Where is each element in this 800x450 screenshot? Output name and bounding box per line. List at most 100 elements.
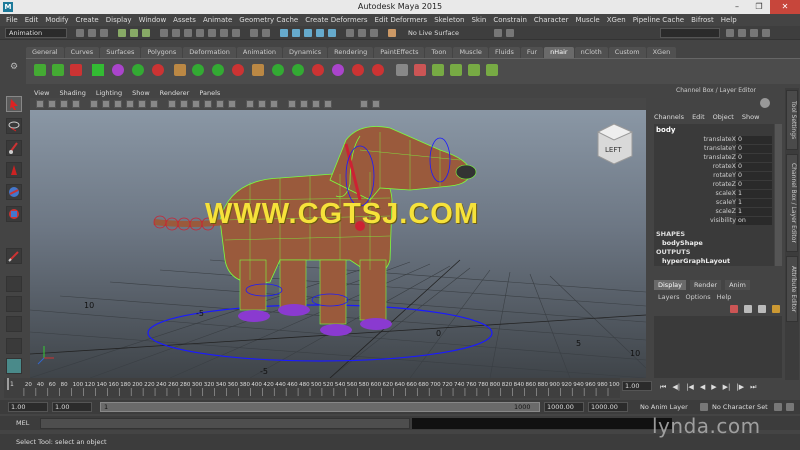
menu-edit-deformers[interactable]: Edit Deformers (375, 16, 428, 24)
viewport-menu-renderer[interactable]: Renderer (160, 89, 190, 97)
attr-rotate-z[interactable]: rotateZ 0 (660, 181, 774, 190)
set-rest-icon[interactable] (232, 64, 244, 76)
rest-pose-icon[interactable] (312, 64, 324, 76)
shelf-tab-toon[interactable]: Toon (425, 47, 453, 58)
snap-view-plane-icon[interactable] (316, 29, 324, 37)
append-cache-icon[interactable] (432, 64, 444, 76)
shelf-tab-animation[interactable]: Animation (236, 47, 283, 58)
scale-tool-icon[interactable] (6, 206, 22, 222)
hair-curve-icon[interactable] (34, 64, 46, 76)
menu-skeleton[interactable]: Skeleton (434, 16, 464, 24)
lock-selection-icon[interactable] (250, 29, 258, 37)
edit-menu[interactable]: Edit (692, 113, 705, 121)
xray-joints-icon[interactable] (258, 100, 266, 108)
character-set-icon[interactable] (700, 403, 708, 411)
play-backwards-icon[interactable]: ◀ (700, 383, 705, 391)
highlight-selection-icon[interactable] (262, 29, 270, 37)
camera-attributes-icon[interactable] (48, 100, 56, 108)
quick-search-field[interactable] (660, 28, 720, 38)
shelf-tab-custom[interactable]: Custom (608, 47, 646, 58)
depth-of-field-icon[interactable] (324, 100, 332, 108)
menu-character[interactable]: Character (534, 16, 569, 24)
start-curve-icon[interactable] (132, 64, 144, 76)
menu-xgen[interactable]: XGen (607, 16, 626, 24)
select-camera-icon[interactable] (36, 100, 44, 108)
select-deformations-icon[interactable] (208, 29, 216, 37)
shelf-tab-curves[interactable]: Curves (64, 47, 100, 58)
playback-end-field[interactable]: 1000.00 (544, 402, 584, 412)
menu-assets[interactable]: Assets (173, 16, 196, 24)
shape-node-name[interactable]: bodyShape (662, 239, 703, 247)
go-to-start-icon[interactable]: ⏮ (660, 383, 666, 392)
tool-settings-toggle-icon[interactable] (750, 29, 758, 37)
open-scene-icon[interactable] (88, 29, 96, 37)
attr-scale-z[interactable]: scaleZ 1 (660, 208, 774, 217)
auto-key-icon[interactable] (774, 403, 782, 411)
shelf-tab-dynamics[interactable]: Dynamics (283, 47, 328, 58)
perspective-viewport[interactable]: 10 -5 0 5 -5 10 LEFT (30, 110, 646, 378)
select-dynamics-icon[interactable] (220, 29, 228, 37)
use-all-lights-icon[interactable] (216, 100, 224, 108)
attr-translate-y[interactable]: translateY 0 (660, 145, 774, 154)
truncate-cache-icon[interactable] (486, 64, 498, 76)
attr-rotate-x[interactable]: rotateX 0 (660, 163, 774, 172)
shelf-tab-fluids[interactable]: Fluids (488, 47, 520, 58)
rotate-tool-icon[interactable] (6, 184, 22, 200)
menu-create[interactable]: Create (75, 16, 98, 24)
layers-menu[interactable]: Layers (658, 293, 680, 301)
motion-blur-icon[interactable] (300, 100, 308, 108)
dynamic-curve-icon[interactable] (70, 64, 82, 76)
channel-box-settings-icon[interactable] (760, 98, 770, 108)
viewport-menu-shading[interactable]: Shading (59, 89, 85, 97)
layer-list[interactable] (654, 316, 782, 378)
shadows-icon[interactable] (228, 100, 236, 108)
paint-hair-icon[interactable] (174, 64, 186, 76)
menu-help[interactable]: Help (721, 16, 737, 24)
move-selection-up-icon[interactable] (758, 305, 766, 313)
absolute-transform-icon[interactable] (506, 29, 514, 37)
play-forwards-icon[interactable]: ▶ (711, 383, 716, 391)
shelf-tab-muscle[interactable]: Muscle (453, 47, 488, 58)
ambient-occlusion-icon[interactable] (288, 100, 296, 108)
replace-cache-icon[interactable] (450, 64, 462, 76)
menu-create-deformers[interactable]: Create Deformers (305, 16, 367, 24)
tool-settings-tab[interactable]: Tool Settings (786, 90, 798, 150)
snap-point-icon[interactable] (304, 29, 312, 37)
last-tool-icon[interactable] (6, 248, 22, 264)
shelf-tab-painteffects[interactable]: PaintEffects (374, 47, 425, 58)
shelf-tab-nhair[interactable]: nHair (544, 47, 574, 58)
attribute-editor-toggle-icon[interactable] (738, 29, 746, 37)
channel-box-tab[interactable]: Channel Box / Layer Editor (786, 154, 798, 252)
anim-layer-dropdown[interactable]: No Anim Layer (640, 403, 688, 411)
animation-preferences-icon[interactable] (786, 403, 794, 411)
menu-file[interactable]: File (6, 16, 18, 24)
time-slider[interactable]: 1 20 40 60 80 100 120 140 160 180 200 220 240 260 280… (4, 378, 623, 398)
viewport-menu-lighting[interactable]: Lighting (96, 89, 122, 97)
menu-skin[interactable]: Skin (471, 16, 486, 24)
shelf-tab-surfaces[interactable]: Surfaces (100, 47, 141, 58)
menu-window[interactable]: Window (139, 16, 167, 24)
start-pose-icon[interactable] (272, 64, 284, 76)
gate-mask-icon[interactable] (126, 100, 134, 108)
field-chart-icon[interactable] (138, 100, 146, 108)
set-start-position-icon[interactable] (212, 64, 224, 76)
snap-curve-icon[interactable] (292, 29, 300, 37)
hypershade-layout-icon[interactable] (6, 358, 22, 374)
shelf-gear-icon[interactable]: ⚙ (10, 62, 20, 72)
menu-animate[interactable]: Animate (203, 16, 232, 24)
shelf-tab-deformation[interactable]: Deformation (183, 47, 236, 58)
current-icon[interactable] (332, 64, 344, 76)
menu-constrain[interactable]: Constrain (493, 16, 527, 24)
help-menu[interactable]: Help (717, 293, 732, 301)
textured-icon[interactable] (204, 100, 212, 108)
attr-scale-x[interactable]: scaleX 1 (660, 190, 774, 199)
attr-scale-y[interactable]: scaleY 1 (660, 199, 774, 208)
resolution-gate-icon[interactable] (114, 100, 122, 108)
command-language-label[interactable]: MEL (16, 419, 29, 427)
render-view-icon[interactable] (388, 29, 396, 37)
menu-display[interactable]: Display (106, 16, 132, 24)
shelf-tab-general[interactable]: General (26, 47, 64, 58)
rest-position-icon[interactable] (352, 64, 364, 76)
step-back-icon[interactable]: ◀| (672, 383, 680, 391)
hair-tool-icon[interactable] (252, 64, 264, 76)
